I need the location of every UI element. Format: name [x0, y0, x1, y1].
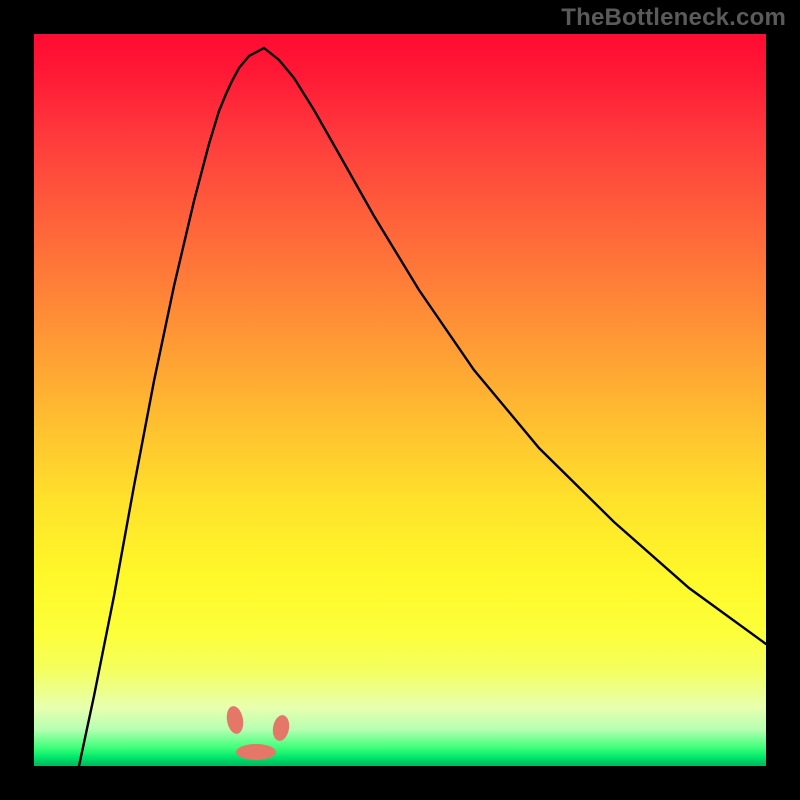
marker-left	[225, 705, 246, 735]
right-branch-curve	[264, 48, 766, 644]
curve-layer	[34, 34, 766, 766]
watermark-text: TheBottleneck.com	[561, 4, 786, 32]
marker-right	[271, 714, 291, 742]
left-branch-curve	[79, 48, 264, 766]
marker-bottom	[236, 744, 276, 760]
marker-group	[225, 705, 291, 760]
chart-frame: TheBottleneck.com	[0, 0, 800, 800]
plot-area	[34, 34, 766, 766]
